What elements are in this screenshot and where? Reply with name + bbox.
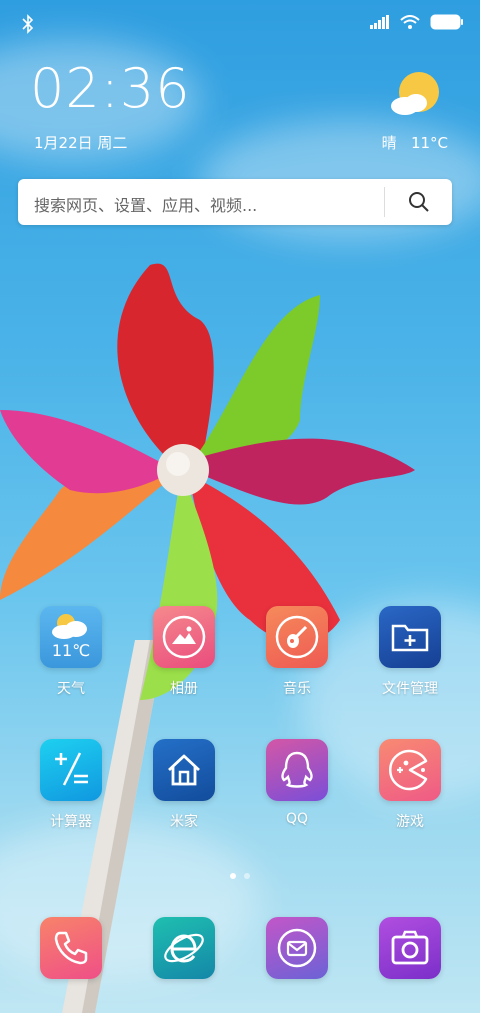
camera-icon — [379, 917, 441, 979]
app-label: 文件管理 — [382, 681, 438, 697]
sun-cloud-icon — [391, 72, 439, 115]
music-icon — [266, 606, 328, 668]
messages-icon — [266, 917, 328, 979]
dock-browser[interactable] — [142, 917, 226, 979]
bluetooth-icon — [22, 14, 34, 34]
weather-app-temperature: 11℃ — [51, 641, 91, 660]
app-gallery[interactable]: 相册 — [142, 606, 226, 698]
calculator-icon — [40, 739, 102, 801]
page-indicator — [0, 873, 480, 879]
dock-messages[interactable] — [255, 917, 339, 979]
game-icon — [379, 739, 441, 801]
home-icon — [153, 739, 215, 801]
weather-condition: 晴 — [381, 134, 397, 152]
weather-widget[interactable] — [382, 70, 452, 124]
search-divider — [384, 187, 385, 217]
app-qq[interactable]: QQ — [255, 739, 339, 827]
weather-icon: 11℃ — [40, 606, 102, 668]
app-label: 天气 — [57, 681, 85, 697]
gallery-icon — [153, 606, 215, 668]
app-label: 游戏 — [396, 814, 424, 830]
app-label: QQ — [285, 811, 309, 827]
app-calculator[interactable]: 计算器 — [29, 739, 113, 831]
app-label: 相册 — [170, 681, 198, 697]
app-games[interactable]: 游戏 — [368, 739, 452, 831]
dock-phone[interactable] — [29, 917, 113, 979]
app-file-manager[interactable]: 文件管理 — [368, 606, 452, 698]
app-weather[interactable]: 11℃ 天气 — [29, 606, 113, 698]
search-icon[interactable] — [408, 191, 430, 213]
page-dot-1[interactable] — [230, 873, 236, 879]
wifi-icon — [400, 15, 420, 29]
browser-icon — [153, 917, 215, 979]
status-bar — [0, 0, 480, 48]
app-label: 计算器 — [50, 814, 92, 830]
weather-temperature: 11°C — [410, 134, 448, 152]
weather-summary[interactable]: 晴 11°C — [382, 132, 448, 153]
app-label: 米家 — [170, 814, 198, 830]
qq-icon — [266, 739, 328, 801]
clock-date[interactable]: 1月22日 周二 — [34, 132, 127, 153]
folder-icon — [379, 606, 441, 668]
search-bar[interactable]: 搜索网页、设置、应用、视频... — [18, 179, 452, 225]
page-dot-2[interactable] — [244, 873, 250, 879]
app-mihome[interactable]: 米家 — [142, 739, 226, 831]
app-label: 音乐 — [283, 681, 311, 697]
app-music[interactable]: 音乐 — [255, 606, 339, 698]
dock-camera[interactable] — [368, 917, 452, 979]
battery-icon — [430, 14, 463, 30]
search-input[interactable]: 搜索网页、设置、应用、视频... — [34, 192, 257, 216]
phone-icon — [40, 917, 102, 979]
clock-time[interactable]: 02:36 — [30, 62, 191, 116]
signal-icon — [370, 15, 389, 29]
